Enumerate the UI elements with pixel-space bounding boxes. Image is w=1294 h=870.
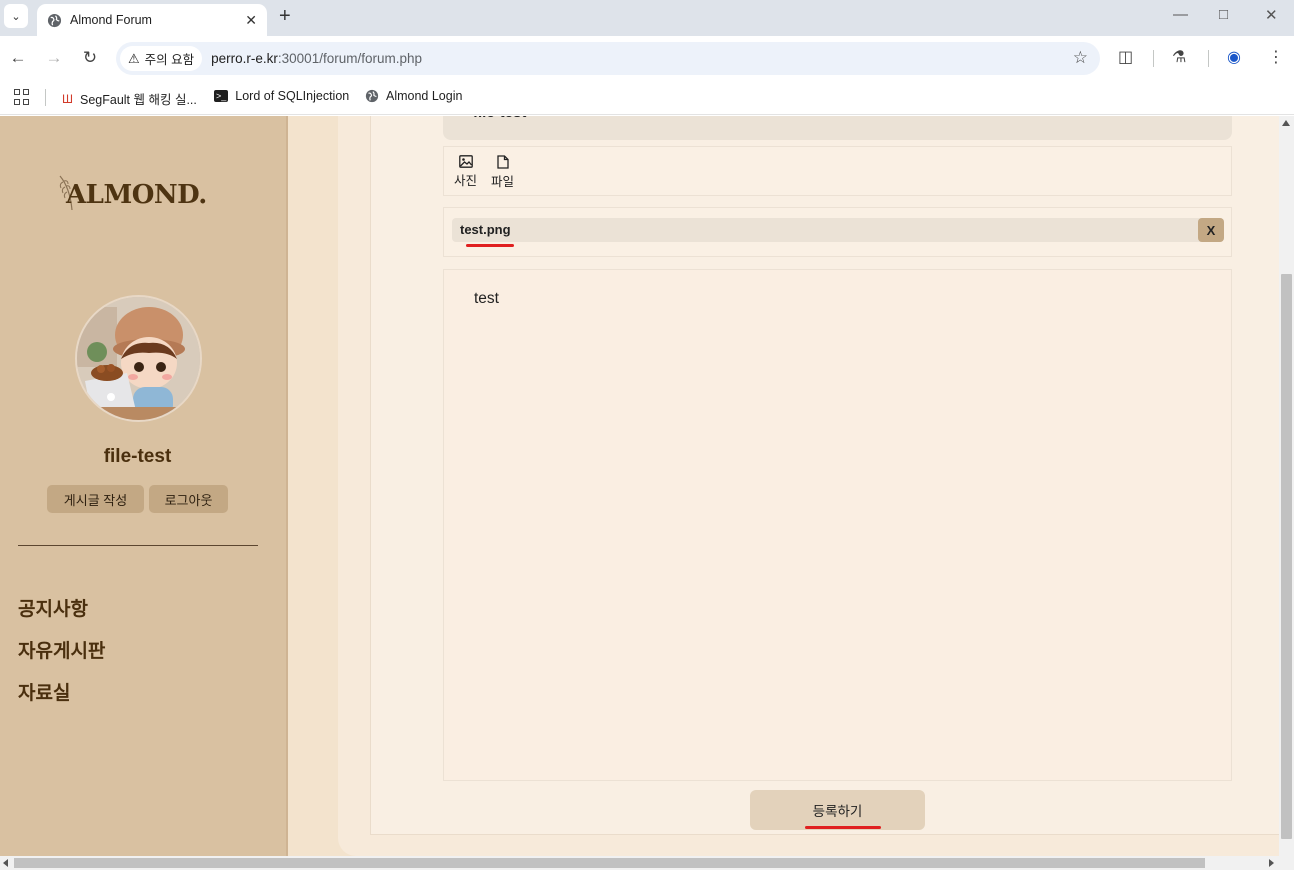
almond-logo[interactable]: ALMOND. <box>58 174 218 214</box>
attach-photo-button[interactable]: 사진 <box>454 155 477 189</box>
username: file-test <box>103 446 172 467</box>
browser-toolbar: ← → ↻ ⚠ 주의 요함 perro.r-e.kr:30001/forum/f… <box>0 36 1294 81</box>
bookmarks-divider <box>45 89 46 106</box>
profile-icon[interactable]: ◉ <box>1227 48 1241 68</box>
extensions-puzzle-icon[interactable]: ◫ <box>1118 48 1133 68</box>
new-tab-button[interactable]: + <box>279 6 291 26</box>
security-warning-label: 주의 요함 <box>144 53 195 67</box>
labs-flask-icon[interactable]: ⚗ <box>1172 48 1186 68</box>
post-title-field[interactable]: file-test <box>443 116 1232 140</box>
bookmark-label: SegFault 웹 해킹 실... <box>80 93 197 107</box>
security-warning-chip[interactable]: ⚠ 주의 요함 <box>120 46 203 71</box>
bookmarks-bar: Ш SegFault 웹 해킹 실... >_ Lord of SQLInjec… <box>0 81 1294 115</box>
attach-file-button[interactable]: 파일 <box>491 155 514 190</box>
terminal-icon: >_ <box>214 90 229 102</box>
file-icon <box>496 155 509 169</box>
tab-search-chevron-icon[interactable]: ⌄ <box>4 4 28 28</box>
url-text: perro.r-e.kr:30001/forum/forum.php <box>211 51 422 66</box>
menu-item-resources[interactable]: 자료실 <box>18 678 70 705</box>
write-post-button[interactable]: 게시글 작성 <box>47 485 144 513</box>
vertical-scrollbar[interactable] <box>1279 116 1294 856</box>
post-title-text: file-test <box>473 116 526 121</box>
bookmark-almond-login[interactable]: Almond Login <box>365 89 462 103</box>
horizontal-scroll-thumb[interactable] <box>14 858 1205 868</box>
filename-annotation-underline <box>466 244 514 247</box>
bookmark-segfault[interactable]: Ш SegFault 웹 해킹 실... <box>62 89 197 108</box>
logout-button[interactable]: 로그아웃 <box>149 485 228 513</box>
segfault-icon: Ш <box>62 91 73 106</box>
browser-tab-strip: ⌄ Almond Forum ✕ + — □ ✕ <box>0 0 1294 36</box>
image-icon <box>458 155 473 168</box>
toolbar-divider <box>1153 50 1154 67</box>
post-body-text: test <box>474 290 499 307</box>
globe-icon <box>47 13 62 27</box>
bookmark-label: Almond Login <box>386 89 463 103</box>
submit-annotation-underline <box>805 826 881 829</box>
tab-title: Almond Forum <box>70 13 152 27</box>
attached-file-name: test.png <box>460 222 511 237</box>
user-avatar <box>75 295 202 422</box>
page-viewport: ALMOND. file-test 게시글 작성 로그아웃 공지사항 자유게시판… <box>0 116 1294 870</box>
minimize-icon[interactable]: — <box>1173 6 1188 23</box>
forward-arrow-icon[interactable]: → <box>43 48 65 68</box>
close-tab-icon[interactable]: ✕ <box>245 12 257 29</box>
scroll-up-icon[interactable] <box>1282 120 1290 126</box>
submit-post-button[interactable]: 등록하기 <box>750 790 925 830</box>
reload-icon[interactable]: ↻ <box>79 48 101 68</box>
scroll-right-icon[interactable] <box>1269 859 1274 867</box>
attached-file-row: test.png X <box>452 218 1224 242</box>
close-window-icon[interactable]: ✕ <box>1265 6 1278 24</box>
attached-files-box: test.png X <box>443 207 1232 257</box>
horizontal-scrollbar[interactable] <box>0 856 1294 870</box>
menu-item-free-board[interactable]: 자유게시판 <box>18 636 105 663</box>
vertical-scroll-thumb[interactable] <box>1281 274 1292 839</box>
apps-grid-icon[interactable] <box>14 89 30 105</box>
sidebar-divider <box>18 545 258 546</box>
bookmark-lord-of-sqlinjection[interactable]: >_ Lord of SQLInjection <box>214 89 349 103</box>
sidebar: ALMOND. file-test 게시글 작성 로그아웃 공지사항 자유게시판… <box>0 116 288 856</box>
globe-icon <box>365 89 379 103</box>
scroll-left-icon[interactable] <box>3 859 8 867</box>
toolbar-divider <box>1208 50 1209 67</box>
attach-file-label: 파일 <box>491 175 515 189</box>
url-path: :30001/forum/forum.php <box>277 51 422 66</box>
url-host: perro.r-e.kr <box>211 51 278 66</box>
bookmark-label: Lord of SQLInjection <box>235 89 350 103</box>
logo-text: ALMOND. <box>66 180 207 210</box>
post-body-editor[interactable]: test <box>443 269 1232 781</box>
attachment-toolbar: 사진 파일 <box>443 146 1232 196</box>
back-arrow-icon[interactable]: ← <box>7 48 29 68</box>
browser-tab-active[interactable]: Almond Forum ✕ <box>37 4 267 36</box>
bookmark-star-icon[interactable]: ☆ <box>1073 48 1088 68</box>
menu-item-notice[interactable]: 공지사항 <box>18 594 88 621</box>
menu-kebab-icon[interactable]: ⋮ <box>1268 48 1284 68</box>
warning-triangle-icon: ⚠ <box>128 50 140 66</box>
address-bar[interactable]: ⚠ 주의 요함 perro.r-e.kr:30001/forum/forum.p… <box>116 42 1100 75</box>
remove-file-button[interactable]: X <box>1198 218 1224 242</box>
maximize-icon[interactable]: □ <box>1219 6 1228 23</box>
attach-photo-label: 사진 <box>454 174 478 188</box>
